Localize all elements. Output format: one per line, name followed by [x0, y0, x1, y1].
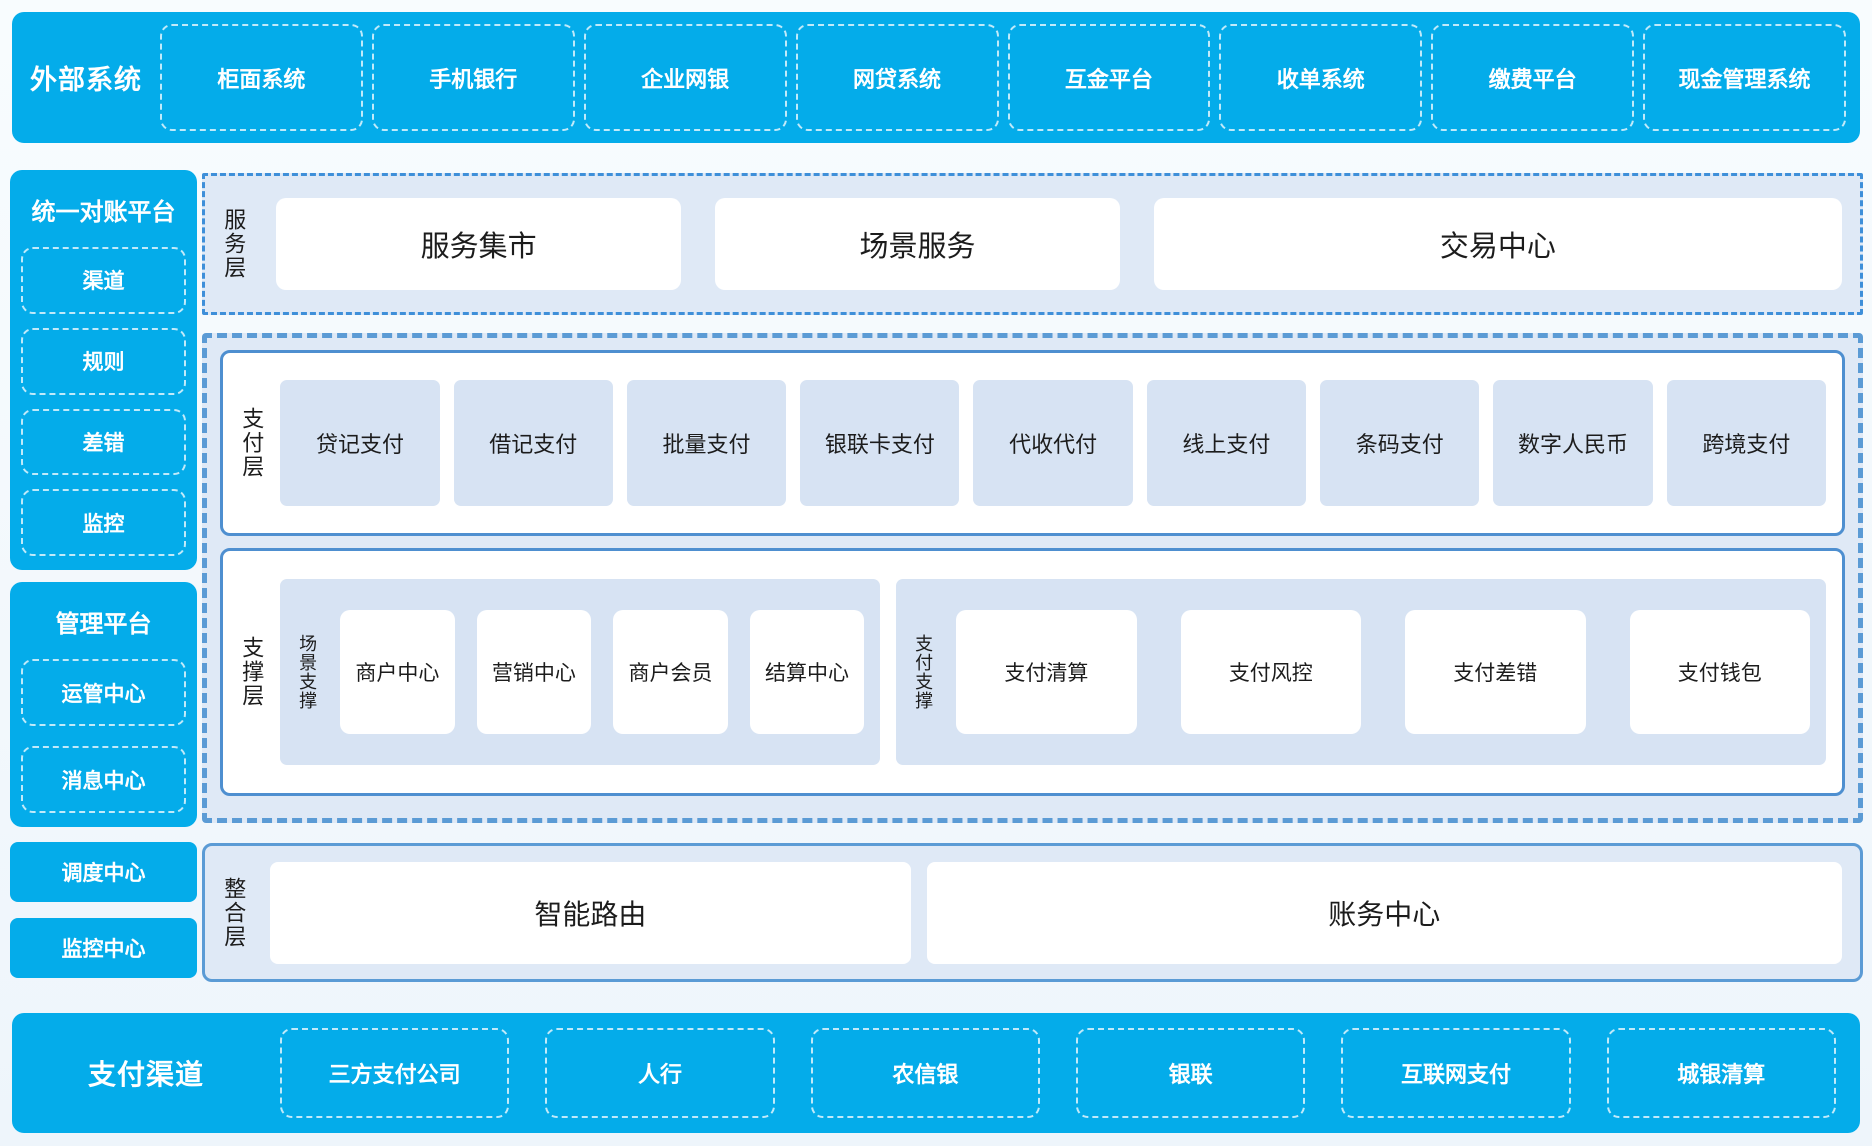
support-layer: 支撑层 场景支撑 商户中心营销中心商户会员结算中心 支付支撑 支付清算支付风控支… [220, 548, 1845, 796]
payment-support-group: 支付支撑 支付清算支付风控支付差错支付钱包 [896, 579, 1826, 765]
payment-channel-item: 农信银 [811, 1028, 1040, 1118]
external-systems-list: 柜面系统手机银行企业网银网贷系统互金平台收单系统缴费平台现金管理系统 [160, 24, 1846, 131]
integration-layer-item: 账务中心 [927, 862, 1843, 964]
payment-layer-item: 银联卡支付 [800, 380, 959, 506]
support-layer-label: 支撑层 [239, 636, 264, 708]
service-layer-items: 服务集市场景服务交易中心 [276, 198, 1842, 290]
payment-channels-label: 支付渠道 [12, 1053, 280, 1093]
external-system-item: 网贷系统 [796, 24, 999, 131]
payment-layer-label: 支付层 [239, 407, 264, 479]
management-platform-title: 管理平台 [21, 604, 186, 639]
payment-layer-item: 跨境支付 [1667, 380, 1826, 506]
reconciliation-platform-panel: 统一对账平台 渠道规则差错监控 [10, 170, 197, 570]
external-system-item: 缴费平台 [1431, 24, 1634, 131]
reconciliation-item: 差错 [21, 409, 186, 476]
external-system-item: 柜面系统 [160, 24, 363, 131]
payment-layer-item: 条码支付 [1320, 380, 1479, 506]
payment-channel-item: 银联 [1076, 1028, 1305, 1118]
payment-channel-item: 互联网支付 [1341, 1028, 1570, 1118]
payment-support-items: 支付清算支付风控支付差错支付钱包 [956, 610, 1810, 734]
service-layer-item: 场景服务 [715, 198, 1120, 290]
service-layer-label: 服务层 [221, 208, 246, 280]
payment-channels-list: 三方支付公司人行农信银银联互联网支付城银清算 [280, 1025, 1846, 1121]
reconciliation-platform-title: 统一对账平台 [21, 192, 186, 227]
integration-layer-items: 智能路由账务中心 [270, 862, 1842, 964]
dispatch-center-box: 调度中心 [10, 842, 197, 902]
external-system-item: 现金管理系统 [1643, 24, 1846, 131]
payment-support-label: 支付支撑 [912, 634, 932, 710]
payment-layer: 支付层 贷记支付借记支付批量支付银联卡支付代收代付线上支付条码支付数字人民币跨境… [220, 350, 1845, 536]
service-layer-item: 服务集市 [276, 198, 681, 290]
management-item: 运管中心 [21, 659, 186, 726]
monitoring-center-box: 监控中心 [10, 918, 197, 978]
payment-layer-item: 数字人民币 [1493, 380, 1652, 506]
service-layer: 服务层 服务集市场景服务交易中心 [202, 173, 1863, 315]
management-platform-panel: 管理平台 运管中心消息中心 [10, 582, 197, 827]
payment-layer-item: 批量支付 [627, 380, 786, 506]
scene-support-item: 营销中心 [477, 610, 592, 734]
integration-layer-item: 智能路由 [270, 862, 910, 964]
reconciliation-items: 渠道规则差错监控 [21, 247, 186, 556]
payment-support-item: 支付清算 [956, 610, 1136, 734]
external-system-item: 收单系统 [1219, 24, 1422, 131]
external-system-item: 互金平台 [1008, 24, 1211, 131]
scene-support-item: 结算中心 [750, 610, 865, 734]
payment-layer-item: 贷记支付 [280, 380, 439, 506]
architecture-diagram: 外部系统 柜面系统手机银行企业网银网贷系统互金平台收单系统缴费平台现金管理系统 … [0, 0, 1872, 1146]
payment-support-container: 支付层 贷记支付借记支付批量支付银联卡支付代收代付线上支付条码支付数字人民币跨境… [202, 333, 1863, 823]
reconciliation-item: 渠道 [21, 247, 186, 314]
management-items: 运管中心消息中心 [21, 659, 186, 813]
scene-support-label: 场景支撑 [296, 634, 316, 710]
payment-layer-items: 贷记支付借记支付批量支付银联卡支付代收代付线上支付条码支付数字人民币跨境支付 [280, 380, 1826, 506]
scene-support-item: 商户中心 [340, 610, 455, 734]
service-layer-item: 交易中心 [1154, 198, 1842, 290]
external-system-item: 手机银行 [372, 24, 575, 131]
scene-support-items: 商户中心营销中心商户会员结算中心 [340, 610, 864, 734]
external-system-item: 企业网银 [584, 24, 787, 131]
payment-support-item: 支付风控 [1181, 610, 1361, 734]
scene-support-item: 商户会员 [613, 610, 728, 734]
payment-layer-item: 线上支付 [1147, 380, 1306, 506]
external-systems-bar: 外部系统 柜面系统手机银行企业网银网贷系统互金平台收单系统缴费平台现金管理系统 [12, 12, 1860, 143]
payment-channels-bar: 支付渠道 三方支付公司人行农信银银联互联网支付城银清算 [12, 1013, 1860, 1133]
payment-support-item: 支付钱包 [1630, 610, 1810, 734]
reconciliation-item: 监控 [21, 489, 186, 556]
payment-support-item: 支付差错 [1405, 610, 1585, 734]
scene-support-group: 场景支撑 商户中心营销中心商户会员结算中心 [280, 579, 880, 765]
external-systems-label: 外部系统 [12, 58, 160, 97]
payment-channel-item: 城银清算 [1607, 1028, 1836, 1118]
payment-channel-item: 三方支付公司 [280, 1028, 509, 1118]
payment-channel-item: 人行 [545, 1028, 774, 1118]
payment-layer-item: 代收代付 [973, 380, 1132, 506]
payment-layer-item: 借记支付 [454, 380, 613, 506]
reconciliation-item: 规则 [21, 328, 186, 395]
integration-layer-label: 整合层 [221, 877, 246, 949]
management-item: 消息中心 [21, 746, 186, 813]
integration-layer: 整合层 智能路由账务中心 [202, 843, 1863, 982]
